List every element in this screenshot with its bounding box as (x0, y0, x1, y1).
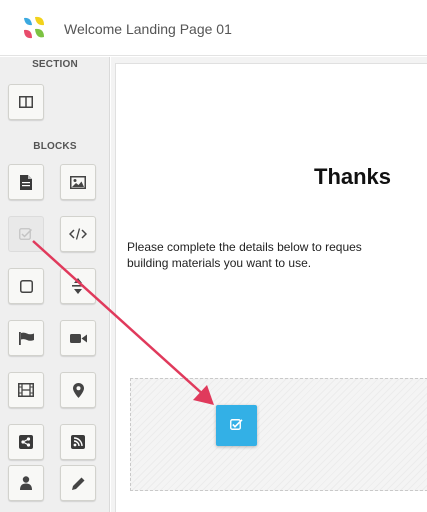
rss-icon (71, 435, 85, 449)
button-block-tile[interactable] (8, 268, 44, 304)
image-icon (70, 175, 86, 189)
flag-icon (18, 331, 34, 345)
film-icon (18, 383, 34, 397)
page-title: Welcome Landing Page 01 (64, 21, 232, 37)
top-bar: Welcome Landing Page 01 (0, 0, 427, 56)
share-icon (19, 435, 33, 449)
form-block-tile[interactable] (8, 216, 44, 252)
html-block-tile[interactable] (60, 216, 96, 252)
paragraph-line: Please complete the details below to req… (127, 240, 362, 254)
share-block-tile[interactable] (8, 424, 44, 460)
square-icon (19, 279, 33, 293)
page-heading[interactable]: Thanks (314, 164, 391, 190)
multicolor-logo-icon[interactable] (22, 16, 46, 40)
map-block-tile[interactable] (60, 372, 96, 408)
video-camera-icon (69, 333, 87, 344)
section-heading: SECTION (32, 59, 78, 70)
checkbox-icon (19, 228, 33, 240)
edit-block-tile[interactable] (60, 465, 96, 501)
drop-zone[interactable] (130, 378, 427, 491)
columns-icon (19, 96, 33, 108)
landing-page-preview: Thanks Please complete the details below… (115, 63, 427, 512)
editor-canvas: Thanks Please complete the details below… (111, 57, 427, 512)
blocks-sidebar: SECTION BLOCKS (0, 57, 110, 512)
user-icon (20, 476, 32, 490)
dragged-form-block[interactable] (216, 405, 257, 446)
divider-block-tile[interactable] (60, 268, 96, 304)
paragraph-line: building materials you want to use. (127, 256, 312, 270)
rss-block-tile[interactable] (60, 424, 96, 460)
page-paragraph[interactable]: Please complete the details below to req… (127, 239, 427, 271)
film-block-tile[interactable] (8, 372, 44, 408)
video-block-tile[interactable] (60, 320, 96, 356)
pencil-icon (71, 477, 85, 490)
checkbox-icon (230, 417, 243, 435)
banner-block-tile[interactable] (8, 320, 44, 356)
map-pin-icon (72, 382, 84, 398)
divider-icon (72, 278, 84, 294)
blocks-heading: BLOCKS (33, 141, 77, 152)
image-block-tile[interactable] (60, 164, 96, 200)
code-icon (69, 228, 87, 240)
text-block-tile[interactable] (8, 164, 44, 200)
document-icon (20, 174, 32, 190)
columns-layout-tile[interactable] (8, 84, 44, 120)
user-block-tile[interactable] (8, 465, 44, 501)
